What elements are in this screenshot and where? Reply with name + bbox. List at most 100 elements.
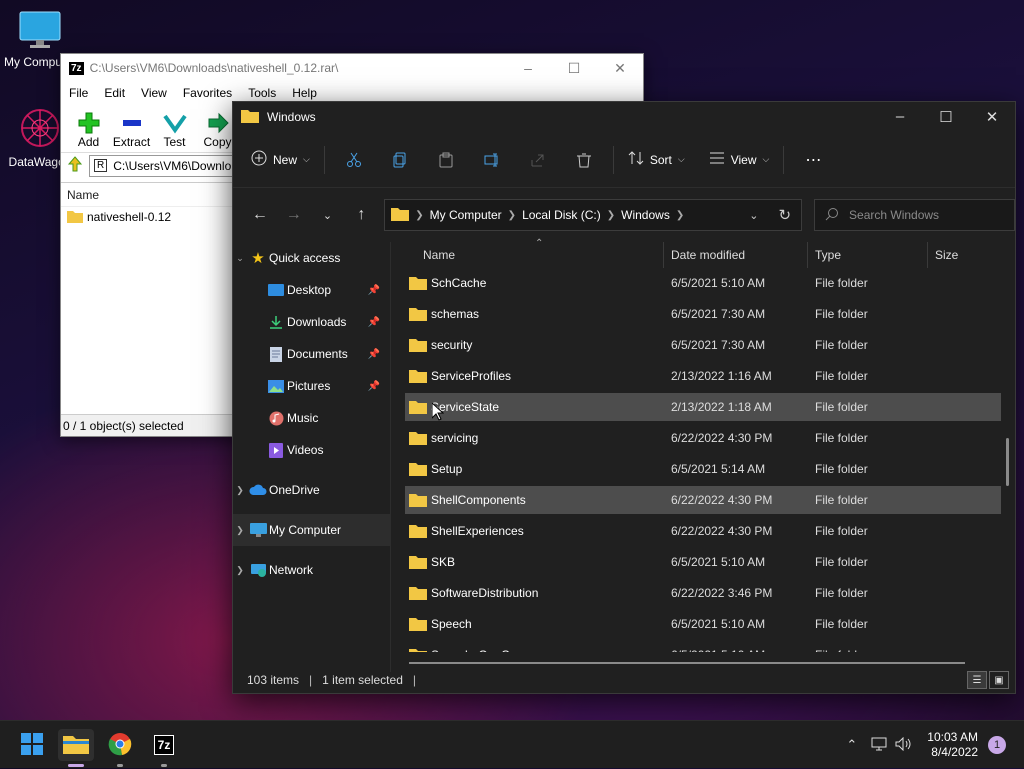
nav-item-network[interactable]: ❯ Network: [233, 554, 390, 586]
table-row[interactable]: ServiceState 2/13/2022 1:18 AM File folder: [405, 393, 1001, 421]
maximize-icon[interactable]: ☐: [551, 60, 597, 77]
folder-icon: [409, 524, 427, 541]
nav-item-onedrive[interactable]: ❯ OneDrive: [233, 474, 390, 506]
sevenzip-logo: 7z: [69, 61, 84, 75]
menu-edit[interactable]: Edit: [102, 86, 133, 100]
pin-icon[interactable]: 📌: [368, 381, 380, 392]
column-name-header[interactable]: Name: [61, 183, 233, 207]
column-type[interactable]: Type: [815, 248, 841, 262]
chevron-right-icon[interactable]: ❯: [233, 525, 247, 536]
back-arrow-icon[interactable]: ←: [243, 206, 277, 224]
menu-tools[interactable]: Tools: [246, 86, 284, 100]
table-row[interactable]: SKB 6/5/2021 5:10 AM File folder: [405, 548, 1001, 576]
file-date: 6/22/2022 3:46 PM: [671, 586, 773, 600]
test-button[interactable]: Test: [153, 111, 196, 152]
taskbar-file-explorer[interactable]: [58, 729, 94, 767]
network-status-icon[interactable]: [871, 737, 887, 754]
column-name[interactable]: Name: [423, 248, 455, 262]
pin-icon[interactable]: 📌: [368, 285, 380, 296]
breadcrumb-local-disk[interactable]: Local Disk (C:): [522, 208, 601, 222]
nav-item-quick-access[interactable]: ⌄ ★ Quick access: [233, 242, 390, 274]
table-row[interactable]: security 6/5/2021 7:30 AM File folder: [405, 331, 1001, 359]
table-row[interactable]: ShellComponents 6/22/2022 4:30 PM File fol…: [405, 486, 1001, 514]
share-icon[interactable]: [523, 145, 553, 175]
close-icon[interactable]: ✕: [597, 60, 643, 77]
sevenzip-path-input[interactable]: R C:\Users\VM6\Downlo: [89, 154, 249, 177]
table-row[interactable]: Setup 6/5/2021 5:14 AM File folder: [405, 455, 1001, 483]
add-button[interactable]: Add: [67, 111, 110, 152]
nav-item-desktop[interactable]: Desktop 📌: [233, 274, 390, 306]
horizontal-scrollbar[interactable]: [409, 662, 965, 664]
nav-item-my-computer[interactable]: ❯ My Computer: [233, 514, 390, 546]
table-row[interactable]: servicing 6/22/2022 4:30 PM File folder: [405, 424, 1001, 452]
nav-item-music[interactable]: Music: [233, 402, 390, 434]
column-date[interactable]: Date modified: [671, 248, 745, 262]
table-row[interactable]: ShellExperiences 6/22/2022 4:30 PM File fo…: [405, 517, 1001, 545]
details-view-icon[interactable]: ☰: [967, 671, 987, 689]
up-folder-icon[interactable]: [67, 156, 83, 175]
table-row[interactable]: schemas 6/5/2021 7:30 AM File folder: [405, 300, 1001, 328]
new-button[interactable]: New ⌵: [243, 144, 318, 175]
notification-badge[interactable]: 1: [988, 736, 1006, 754]
chevron-right-icon[interactable]: ❯: [233, 485, 247, 496]
table-row[interactable]: ServiceProfiles 2/13/2022 1:16 AM File fol…: [405, 362, 1001, 390]
delete-icon[interactable]: [569, 145, 599, 175]
vertical-scrollbar[interactable]: [1006, 438, 1009, 486]
taskbar-7zip[interactable]: 7z: [146, 729, 182, 767]
pin-icon[interactable]: 📌: [368, 349, 380, 360]
file-date: 6/22/2022 4:30 PM: [671, 431, 773, 445]
breadcrumb-my-computer[interactable]: My Computer: [430, 208, 502, 222]
sevenzip-icon: 7z: [153, 735, 175, 755]
forward-arrow-icon[interactable]: →: [277, 206, 311, 224]
chevron-down-icon[interactable]: ⌄: [233, 253, 247, 264]
nav-item-documents[interactable]: Documents 📌: [233, 338, 390, 370]
recent-chevron-icon[interactable]: ⌄: [311, 209, 345, 222]
show-hidden-icons-icon[interactable]: ⌃: [846, 737, 857, 753]
nav-item-downloads[interactable]: Downloads 📌: [233, 306, 390, 338]
view-button[interactable]: View ⌵: [701, 145, 778, 174]
menu-favorites[interactable]: Favorites: [181, 86, 240, 100]
rename-icon[interactable]: [477, 145, 507, 175]
pin-icon[interactable]: 📌: [368, 317, 380, 328]
file-type: File folder: [815, 400, 868, 414]
up-arrow-icon[interactable]: ↑: [344, 206, 378, 224]
close-icon[interactable]: ✕: [969, 108, 1015, 126]
sort-button[interactable]: Sort ⌵: [620, 144, 693, 175]
file-date: 2/13/2022 1:18 AM: [671, 400, 772, 414]
address-dropdown-icon[interactable]: ⌄: [749, 209, 758, 222]
menu-view[interactable]: View: [139, 86, 175, 100]
volume-icon[interactable]: [895, 736, 911, 754]
nav-item-pictures[interactable]: Pictures 📌: [233, 370, 390, 402]
breadcrumb-windows[interactable]: Windows: [621, 208, 670, 222]
address-bar[interactable]: ❯ My Computer ❯ Local Disk (C:) ❯ Window…: [384, 199, 803, 231]
more-options-icon[interactable]: ⋯: [798, 145, 828, 175]
chevron-right-icon[interactable]: ❯: [233, 565, 247, 576]
clock[interactable]: 10:03 AM 8/4/2022: [927, 730, 978, 760]
start-button[interactable]: [14, 729, 50, 761]
file-name: ServiceProfiles: [431, 369, 512, 383]
paste-icon[interactable]: [431, 145, 461, 175]
refresh-icon[interactable]: ↻: [778, 206, 791, 224]
taskbar-chrome[interactable]: [102, 729, 138, 767]
minimize-icon[interactable]: –: [877, 108, 923, 126]
sevenzip-filelist: Name nativeshell-0.12: [61, 182, 233, 412]
copy-icon[interactable]: [385, 145, 415, 175]
table-row[interactable]: Speech_OneCore 6/5/2021 5:10 AM File folde…: [405, 641, 1001, 652]
nav-item-videos[interactable]: Videos: [233, 434, 390, 466]
tiles-view-icon[interactable]: ▣: [989, 671, 1009, 689]
minimize-icon[interactable]: –: [505, 60, 551, 77]
table-row[interactable]: SchCache 6/5/2021 5:10 AM File folder: [405, 269, 1001, 297]
menu-help[interactable]: Help: [290, 86, 325, 100]
explorer-titlebar[interactable]: Windows – ☐ ✕: [233, 102, 1015, 132]
chrome-icon: [108, 732, 132, 759]
sevenzip-titlebar[interactable]: 7z C:\Users\VM6\Downloads\nativeshell_0.…: [61, 54, 643, 82]
file-type: File folder: [815, 617, 868, 631]
table-row[interactable]: SoftwareDistribution 6/22/2022 3:46 PM Fil…: [405, 579, 1001, 607]
cut-icon[interactable]: [339, 145, 369, 175]
column-size[interactable]: Size: [935, 248, 958, 262]
table-row[interactable]: Speech 6/5/2021 5:10 AM File folder: [405, 610, 1001, 638]
maximize-icon[interactable]: ☐: [923, 108, 969, 126]
extract-button[interactable]: Extract: [110, 111, 153, 152]
search-input[interactable]: Search Windows: [814, 199, 1015, 231]
menu-file[interactable]: File: [67, 86, 96, 100]
